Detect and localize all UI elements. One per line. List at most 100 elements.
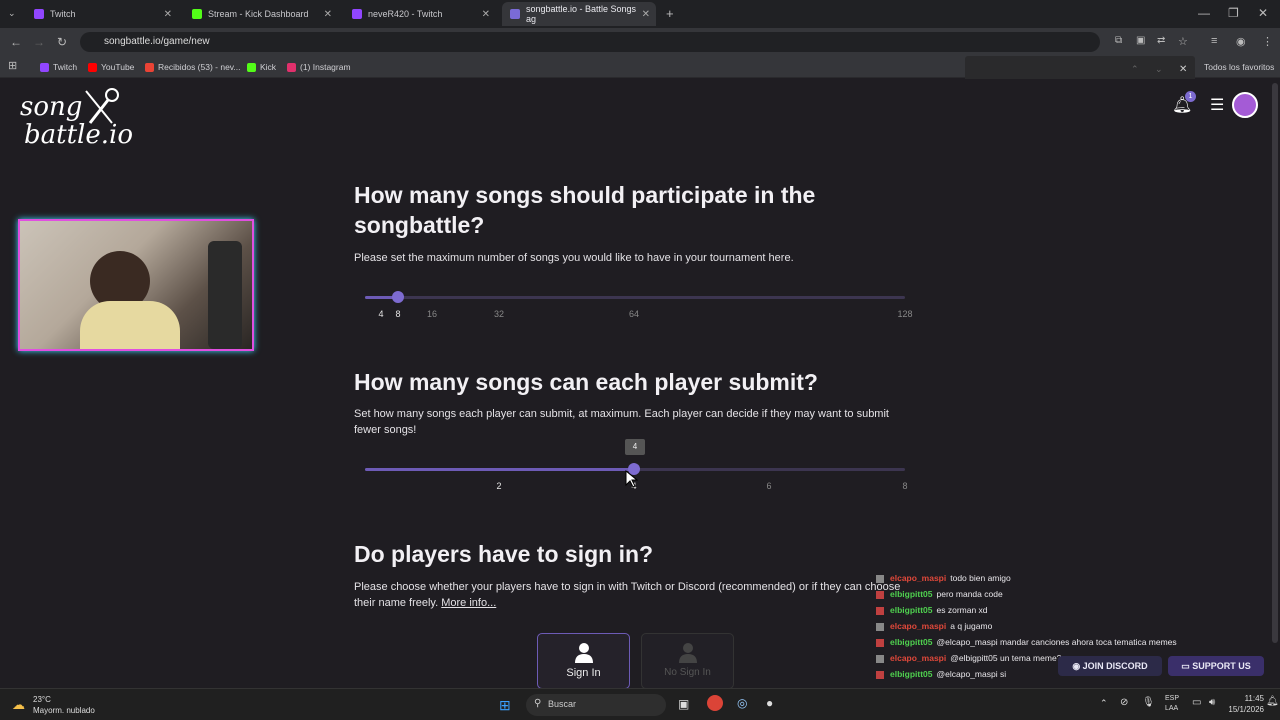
q1-tick[interactable]: 128: [897, 309, 912, 319]
bookmark-youtube[interactable]: YouTube: [88, 62, 134, 72]
no-sign-in-option[interactable]: No Sign In: [641, 633, 734, 688]
new-tab-icon[interactable]: +: [666, 6, 674, 21]
sign-in-option[interactable]: Sign In: [537, 633, 630, 688]
display-icon[interactable]: ▭: [1192, 697, 1201, 708]
language-code[interactable]: ESP: [1165, 695, 1179, 702]
apps-grid-icon[interactable]: ⊞: [8, 59, 17, 72]
tab-songbattle[interactable]: songbattle.io - Battle Songs ag ✕: [502, 2, 656, 26]
tab-bar: ⌄ Twitch ✕ Stream - Kick Dashboard ✕ nev…: [0, 0, 1280, 28]
clock-time[interactable]: 11:45: [1220, 694, 1264, 703]
support-icon: ▭: [1181, 661, 1193, 671]
kick-icon: [192, 9, 202, 19]
steam-icon[interactable]: ◎: [737, 696, 747, 710]
tab-kick[interactable]: Stream - Kick Dashboard ✕: [184, 2, 338, 26]
chrome-icon[interactable]: [707, 695, 723, 711]
close-icon[interactable]: ✕: [482, 9, 490, 20]
maximize-icon[interactable]: ❐: [1228, 6, 1239, 20]
bookmark-label: Recibidos (53) - nev...: [158, 62, 241, 72]
bookmark-label: (1) Instagram: [300, 62, 351, 72]
notification-badge: 1: [1185, 91, 1196, 102]
close-icon[interactable]: ✕: [642, 9, 650, 20]
chat-text: @elcapo_maspi mandar canciones ahora toc…: [936, 637, 1177, 647]
windows-start-icon[interactable]: ⊞: [499, 697, 511, 714]
extension-icon[interactable]: ▣: [1136, 35, 1145, 46]
language-layout: LAA: [1165, 705, 1179, 712]
window-close-icon[interactable]: ✕: [1258, 6, 1268, 20]
task-view-icon[interactable]: ▣: [678, 697, 689, 711]
minimize-icon[interactable]: —: [1198, 6, 1210, 20]
tab-never[interactable]: neveR420 - Twitch ✕: [344, 2, 496, 26]
page-scrollbar[interactable]: [1272, 83, 1278, 643]
q2-title: How many songs can each player submit?: [354, 369, 818, 395]
translate-icon[interactable]: ⇄: [1157, 35, 1165, 46]
close-icon[interactable]: ✕: [164, 9, 172, 20]
badge-icon: [876, 654, 884, 663]
q1-slider-track[interactable]: [365, 296, 905, 299]
q1-tick[interactable]: 64: [629, 309, 639, 319]
q1-tick[interactable]: 16: [427, 309, 437, 319]
url-input[interactable]: songbattle.io/game/new: [80, 32, 1100, 52]
close-icon[interactable]: ✕: [1179, 64, 1187, 75]
chat-user: elcapo_maspi: [890, 621, 947, 631]
search-placeholder: Buscar: [548, 699, 577, 709]
join-discord-button[interactable]: ◉ JOIN DISCORD: [1058, 656, 1162, 676]
gmail-icon: [145, 62, 154, 72]
q2-tick[interactable]: 6: [766, 481, 771, 491]
back-icon[interactable]: ←: [10, 35, 22, 49]
chevron-down-icon[interactable]: ⌄: [1155, 64, 1163, 75]
more-info-link[interactable]: More info...: [441, 597, 496, 609]
kick-icon: [247, 62, 256, 72]
volume-icon[interactable]: 🔊︎: [1209, 697, 1215, 708]
bookmark-instagram[interactable]: (1) Instagram: [287, 62, 351, 72]
weather-icon: ☁: [12, 697, 25, 712]
q2-tick[interactable]: 8: [902, 481, 907, 491]
forward-icon[interactable]: →: [33, 35, 45, 49]
notifications-icon[interactable]: 🔔︎: [1266, 696, 1279, 707]
tab-label: songbattle.io - Battle Songs ag: [525, 4, 637, 24]
q1-tick[interactable]: 8: [395, 309, 400, 319]
network-icon[interactable]: ⊘: [1120, 697, 1128, 708]
tab-search-icon[interactable]: ⌄: [8, 8, 16, 19]
url-text: songbattle.io/game/new: [104, 36, 210, 47]
hamburger-menu-icon[interactable]: ☰: [1210, 95, 1224, 115]
mic-icon[interactable]: 🎙︎: [1142, 697, 1155, 708]
mouse-cursor-icon: [625, 470, 638, 488]
twitch-icon: [34, 9, 44, 19]
logo[interactable]: song battle.io: [20, 88, 133, 149]
tab-twitch[interactable]: Twitch ✕: [26, 2, 178, 26]
instagram-icon: [287, 62, 296, 72]
install-icon[interactable]: ⧉: [1115, 35, 1122, 46]
obs-icon[interactable]: ●: [766, 696, 773, 710]
q1-description: Please set the maximum number of songs y…: [354, 252, 794, 264]
support-us-button[interactable]: ▭ SUPPORT US: [1168, 656, 1264, 676]
address-bar: ← → ↻ songbattle.io/game/new ⧉ ▣ ⇄ ☆ ≡ ◉…: [0, 28, 1280, 56]
bookmark-twitch[interactable]: Twitch: [40, 62, 77, 72]
q2-description: Set how many songs each player can submi…: [354, 408, 889, 436]
chat-text: a q jugamo: [950, 621, 993, 631]
all-favorites[interactable]: Todos los favoritos: [1204, 62, 1274, 72]
twitch-icon: [40, 62, 49, 72]
tray-chevron-icon[interactable]: ⌃: [1100, 698, 1108, 709]
menu-dots-icon[interactable]: ⋮: [1262, 35, 1273, 48]
tab-label: Twitch: [50, 9, 76, 19]
avatar[interactable]: [1232, 92, 1258, 118]
chat-user: elcapo_maspi: [890, 573, 947, 583]
close-icon[interactable]: ✕: [324, 9, 332, 20]
chevron-up-icon[interactable]: ⌃: [1131, 64, 1139, 75]
q1-tick[interactable]: 4: [378, 309, 383, 319]
chat-message: elcapo_maspi a q jugamo: [876, 618, 1177, 634]
badge-icon: [876, 670, 884, 679]
q2-tick[interactable]: 2: [496, 481, 501, 491]
bookmark-gmail[interactable]: Recibidos (53) - nev...: [145, 62, 241, 72]
q1-tick[interactable]: 32: [494, 309, 504, 319]
profile-icon[interactable]: ◉: [1236, 35, 1246, 48]
media-icon[interactable]: ≡: [1211, 35, 1217, 47]
star-icon[interactable]: ☆: [1178, 35, 1188, 48]
tab-label: Stream - Kick Dashboard: [208, 9, 309, 19]
taskbar-search[interactable]: ⚲ Buscar: [526, 694, 666, 716]
reload-icon[interactable]: ↻: [57, 35, 67, 49]
q1-slider-thumb[interactable]: [392, 291, 404, 303]
bookmark-kick[interactable]: Kick: [247, 62, 276, 72]
q1-title: How many songs should participate in the…: [354, 182, 816, 238]
q3-title: Do players have to sign in?: [354, 541, 654, 567]
